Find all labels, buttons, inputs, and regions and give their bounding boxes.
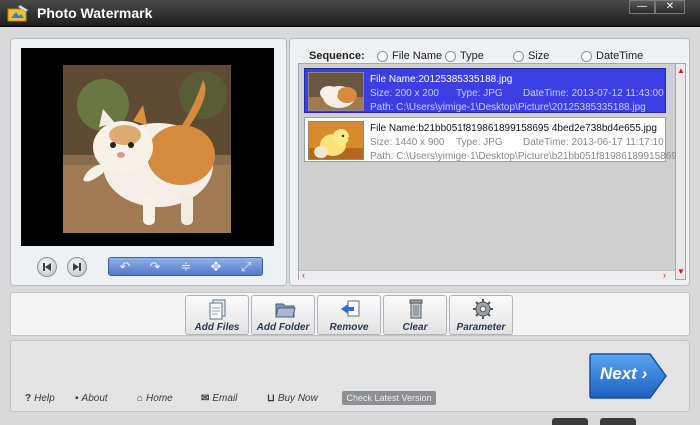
check-latest-version-button[interactable]: Check Latest Version: [342, 391, 436, 405]
scroll-left-icon[interactable]: ‹: [302, 270, 305, 280]
file-datetime: DateTime: 2013-06-17 11:17:10: [523, 137, 664, 148]
vertical-scrollbar[interactable]: ▲ ▼: [676, 63, 686, 280]
action-toolbar: Add Files Add Folder Remove Clear Parame…: [10, 292, 690, 336]
add-files-button[interactable]: Add Files: [185, 295, 249, 335]
preview-panel: ↶ ↷ ≑ ✥ ⤢: [10, 38, 287, 286]
app-logo-icon: [7, 4, 29, 22]
scroll-down-icon[interactable]: ▼: [677, 267, 685, 276]
parameter-label: Parameter: [456, 322, 506, 333]
remove-label: Remove: [329, 322, 369, 333]
sort-filename-label: File Name: [392, 50, 443, 62]
buy-now-link[interactable]: ⊔ Buy Now: [267, 393, 318, 404]
move-icon[interactable]: ✥: [206, 259, 226, 275]
next-label: Next ›: [600, 364, 648, 383]
file-list-item[interactable]: File Name:20125385335188.jpg Size: 200 x…: [304, 68, 666, 113]
footer-area: Next › ? Help ▪ About ⌂ Home ✉ Email ⊔ Buy No…: [10, 340, 690, 412]
email-icon: ✉: [201, 393, 210, 404]
buy-now-label: Buy Now: [277, 393, 318, 404]
home-icon: ⌂: [137, 393, 144, 404]
previous-image-button[interactable]: [37, 257, 57, 277]
sequence-sort-row: Sequence: File Name Type Size DateTime: [290, 47, 689, 63]
add-folder-label: Add Folder: [256, 322, 310, 333]
file-path: Path: C:\Users\yimige-1\Desktop\Picture\…: [370, 151, 686, 162]
help-link[interactable]: ? Help: [25, 393, 55, 404]
file-type: Type: JPG: [456, 88, 503, 99]
add-folder-button[interactable]: Add Folder: [251, 295, 315, 335]
parameter-button[interactable]: Parameter: [449, 295, 513, 335]
file-size: Size: 200 x 200: [370, 88, 439, 99]
sort-type-label: Type: [460, 50, 484, 62]
sequence-label: Sequence:: [309, 50, 365, 62]
skip-forward-icon: [73, 263, 81, 271]
file-name: File Name:b21bb051f819861899158695 4bed2…: [370, 123, 657, 134]
image-tools-bar: ↶ ↷ ≑ ✥ ⤢: [108, 257, 263, 276]
about-label: About: [81, 393, 108, 404]
minimize-button[interactable]: —: [629, 0, 655, 14]
rotate-right-icon[interactable]: ↷: [145, 259, 165, 275]
rotate-left-icon[interactable]: ↶: [115, 259, 135, 275]
sort-datetime-radio[interactable]: [581, 51, 592, 62]
sort-datetime-label: DateTime: [596, 50, 644, 62]
window-title: Photo Watermark: [37, 5, 153, 21]
gear-icon: [473, 299, 493, 319]
help-icon: ?: [25, 393, 32, 404]
trash-icon: [409, 299, 423, 319]
chick-thumbnail: [309, 122, 363, 159]
title-bar: Photo Watermark — ✕: [0, 0, 700, 27]
clear-button[interactable]: Clear: [383, 295, 447, 335]
flip-icon[interactable]: ≑: [176, 259, 196, 275]
sort-size-radio[interactable]: [513, 51, 524, 62]
email-label: Email: [212, 393, 238, 404]
scroll-right-icon[interactable]: ›: [663, 270, 666, 280]
add-files-icon: [209, 299, 226, 320]
email-link[interactable]: ✉ Email: [201, 393, 237, 404]
next-button[interactable]: Next ›: [588, 352, 668, 400]
cat-photo: [63, 65, 231, 233]
skip-back-icon: [43, 263, 51, 271]
image-preview: [21, 48, 274, 246]
bottom-edge-tab: [552, 418, 588, 425]
sort-size-label: Size: [528, 50, 550, 62]
file-list-panel: Sequence: File Name Type Size DateTime F…: [289, 38, 690, 286]
next-image-button[interactable]: [67, 257, 87, 277]
file-list[interactable]: File Name:20125385335188.jpg Size: 200 x…: [298, 63, 685, 280]
folder-icon: [275, 303, 296, 318]
cat-thumbnail: [309, 73, 363, 110]
file-list-item[interactable]: File Name:b21bb051f819861899158695 4bed2…: [304, 117, 685, 162]
cart-icon: ⊔: [267, 393, 275, 404]
remove-icon: [341, 300, 360, 317]
file-path: Path: C:\Users\yimige-1\Desktop\Picture\…: [370, 102, 646, 113]
bottom-edge-tab: [600, 418, 636, 425]
about-icon: ▪: [75, 393, 79, 404]
horizontal-scrollbar[interactable]: ‹ ›: [299, 270, 675, 280]
help-label: Help: [34, 393, 55, 404]
home-link[interactable]: ⌂ Home: [137, 393, 173, 404]
file-name: File Name:20125385335188.jpg: [370, 74, 513, 85]
add-files-label: Add Files: [194, 322, 240, 333]
sort-type-radio[interactable]: [445, 51, 456, 62]
sort-filename-radio[interactable]: [377, 51, 388, 62]
clear-label: Clear: [402, 322, 428, 333]
fit-screen-icon[interactable]: ⤢: [236, 259, 256, 275]
file-thumbnail: [308, 72, 364, 111]
file-size: Size: 1440 x 900: [370, 137, 445, 148]
remove-button[interactable]: Remove: [317, 295, 381, 335]
file-type: Type: JPG: [456, 137, 503, 148]
home-label: Home: [146, 393, 173, 404]
file-datetime: DateTime: 2013-07-12 11:43:00: [523, 88, 664, 99]
scroll-up-icon[interactable]: ▲: [677, 66, 685, 75]
about-link[interactable]: ▪ About: [75, 393, 108, 404]
close-button[interactable]: ✕: [655, 0, 685, 14]
file-thumbnail: [308, 121, 364, 160]
